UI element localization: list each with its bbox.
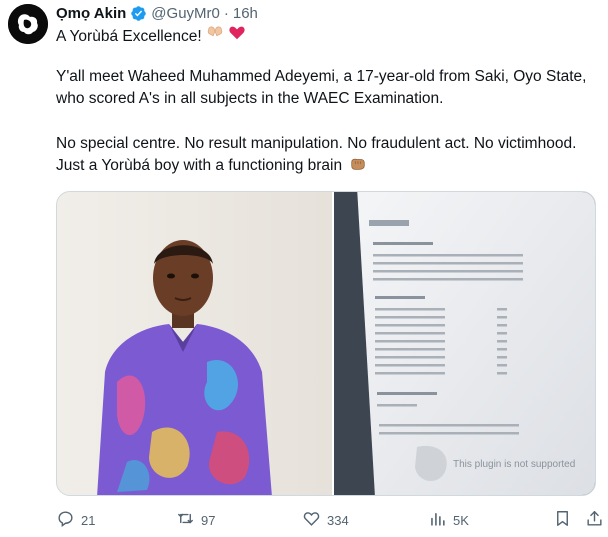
views-button[interactable]: 5K	[428, 509, 469, 531]
tweet-paragraph-3-text: No special centre. No result manipulatio…	[56, 135, 577, 174]
reply-button[interactable]: 21	[56, 509, 95, 531]
tweet-media[interactable]: This plugin is not supported	[56, 191, 596, 496]
like-count: 334	[327, 512, 349, 528]
author-name[interactable]: Ọmọ Akin	[56, 5, 126, 22]
verified-badge-icon	[130, 5, 147, 22]
tweet-actions: 21 97 334 5K	[56, 509, 604, 533]
views-count: 5K	[453, 512, 469, 528]
plugin-not-supported-text: This plugin is not supported	[453, 459, 575, 470]
repost-count: 97	[201, 512, 216, 528]
bookmark-icon	[553, 509, 572, 531]
tweet-paragraph-2: Y'all meet Waheed Muhammed Adeyemi, a 17…	[56, 68, 587, 107]
avatar-logo-icon	[8, 4, 48, 44]
tweet-header: Ọmọ Akin @GuyMr0 · 16h	[56, 3, 258, 23]
bookmark-button[interactable]	[553, 509, 572, 531]
media-photos: This plugin is not supported	[57, 192, 595, 495]
red-heart-icon	[228, 24, 246, 49]
repost-button[interactable]: 97	[176, 509, 215, 531]
like-button[interactable]: 334	[302, 509, 349, 531]
share-button[interactable]	[585, 509, 604, 531]
fist-bump-icon	[349, 155, 367, 180]
avatar[interactable]	[8, 4, 48, 44]
tweet-paragraph-3: No special centre. No result manipulatio…	[56, 133, 596, 180]
author-handle[interactable]: @GuyMr0	[151, 5, 220, 22]
timestamp[interactable]: 16h	[233, 5, 258, 22]
tweet-text-line1: A Yorùbá Excellence!	[56, 24, 596, 49]
like-heart-icon	[302, 509, 321, 531]
tweet-line1-text: A Yorùbá Excellence!	[56, 27, 202, 45]
left-photo-boy	[57, 192, 332, 495]
heart-hands-icon	[206, 24, 224, 49]
separator-dot: ·	[223, 4, 229, 22]
repost-icon	[176, 509, 195, 531]
right-photo-result-sheet	[334, 192, 595, 495]
views-chart-icon	[428, 509, 447, 531]
share-icon	[585, 509, 604, 531]
reply-icon	[56, 509, 75, 531]
reply-count: 21	[81, 512, 96, 528]
